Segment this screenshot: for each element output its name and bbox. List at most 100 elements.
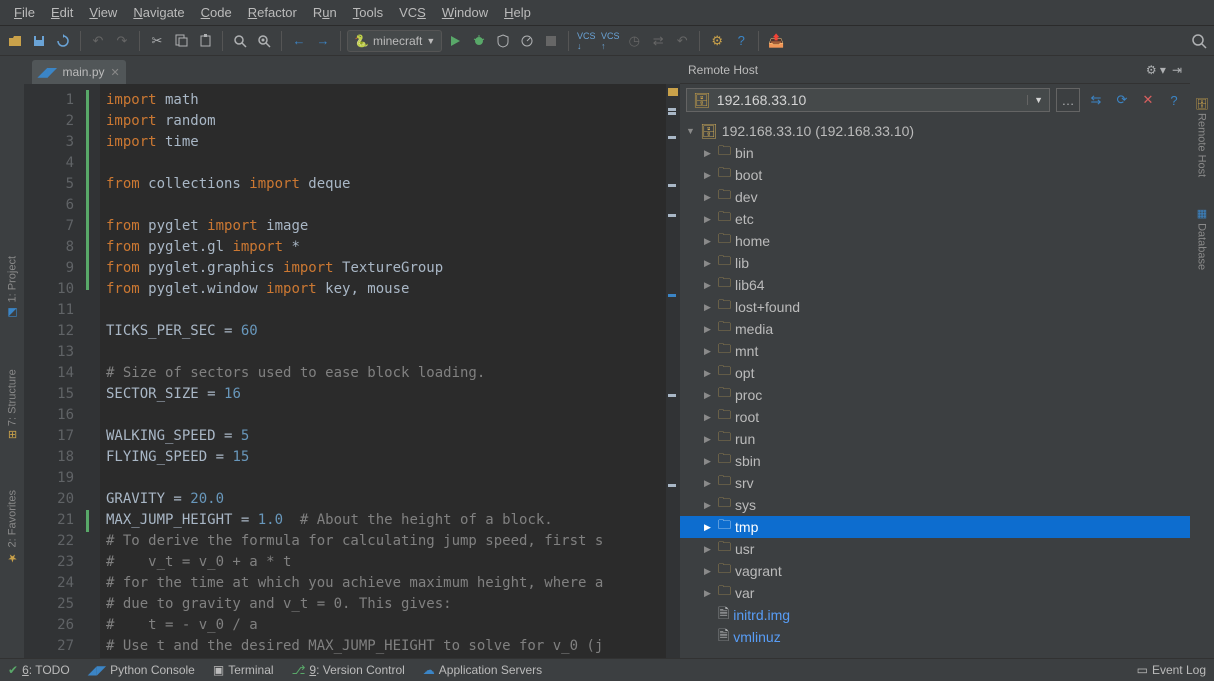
code-line[interactable]: from pyglet.graphics import TextureGroup <box>106 258 680 279</box>
open-icon[interactable] <box>4 30 26 52</box>
project-tool[interactable]: ◪ 1: Project <box>6 256 19 319</box>
profile-icon[interactable] <box>516 30 538 52</box>
python-console-tool[interactable]: ◢◤ Python Console <box>88 663 195 677</box>
expander-icon[interactable]: ▶ <box>704 214 714 225</box>
code-line[interactable]: # v_t = v_0 + a * t <box>106 552 680 573</box>
vcs-commit-icon[interactable]: VCS↑ <box>599 30 621 52</box>
code-line[interactable]: import math <box>106 90 680 111</box>
code-line[interactable]: # To derive the formula for calculating … <box>106 531 680 552</box>
tree-folder-tmp[interactable]: ▶🗀tmp <box>680 516 1190 538</box>
expander-icon[interactable]: ▶ <box>704 192 714 203</box>
database-tool[interactable]: ▦ Database <box>1196 207 1209 270</box>
expander-icon[interactable]: ▶ <box>704 302 714 313</box>
find-icon[interactable] <box>229 30 251 52</box>
menu-navigate[interactable]: Navigate <box>125 2 192 23</box>
tree-file-initrd-img[interactable]: 🗎initrd.img <box>680 604 1190 626</box>
menu-window[interactable]: Window <box>434 2 496 23</box>
tree-folder-opt[interactable]: ▶🗀opt <box>680 362 1190 384</box>
expander-icon[interactable]: ▶ <box>704 258 714 269</box>
expander-icon[interactable]: ▶ <box>704 456 714 467</box>
code-line[interactable] <box>106 300 680 321</box>
tree-folder-media[interactable]: ▶🗀media <box>680 318 1190 340</box>
event-log-tool[interactable]: ▭ Event Log <box>1137 663 1206 677</box>
expander-icon[interactable]: ▼ <box>686 126 696 136</box>
code-line[interactable]: FLYING_SPEED = 15 <box>106 447 680 468</box>
app-servers-tool[interactable]: ☁ Application Servers <box>423 663 542 677</box>
remote-tree[interactable]: ▼🗄192.168.33.10 (192.168.33.10)▶🗀bin▶🗀bo… <box>680 116 1190 658</box>
tree-root[interactable]: ▼🗄192.168.33.10 (192.168.33.10) <box>680 120 1190 142</box>
code-line[interactable]: MAX_JUMP_HEIGHT = 1.0 # About the height… <box>106 510 680 531</box>
menu-file[interactable]: File <box>6 2 43 23</box>
menu-edit[interactable]: Edit <box>43 2 81 23</box>
hide-icon[interactable]: ⇥ <box>1172 63 1182 77</box>
expander-icon[interactable]: ▶ <box>704 346 714 357</box>
tree-folder-boot[interactable]: ▶🗀boot <box>680 164 1190 186</box>
expander-icon[interactable]: ▶ <box>704 566 714 577</box>
host-combo[interactable]: 🗄 192.168.33.10 ▼ <box>686 88 1050 112</box>
code-line[interactable]: TICKS_PER_SEC = 60 <box>106 321 680 342</box>
tree-folder-mnt[interactable]: ▶🗀mnt <box>680 340 1190 362</box>
expander-icon[interactable]: ▶ <box>704 148 714 159</box>
remote-host-tool[interactable]: 🗄 Remote Host <box>1196 96 1209 177</box>
vcs-history-icon[interactable]: ◷ <box>623 30 645 52</box>
expander-icon[interactable]: ▶ <box>704 522 714 533</box>
menu-code[interactable]: Code <box>193 2 240 23</box>
gear-icon[interactable]: ⚙ ▾ <box>1146 63 1166 77</box>
code-line[interactable]: SECTOR_SIZE = 16 <box>106 384 680 405</box>
stop-icon[interactable] <box>540 30 562 52</box>
disconnect-icon[interactable]: ✕ <box>1138 90 1158 110</box>
run-icon[interactable] <box>444 30 466 52</box>
forward-icon[interactable]: → <box>312 30 334 52</box>
code-line[interactable]: import time <box>106 132 680 153</box>
tree-folder-sbin[interactable]: ▶🗀sbin <box>680 450 1190 472</box>
menu-vcs[interactable]: VCS <box>391 2 434 23</box>
redo-icon[interactable]: ↷ <box>111 30 133 52</box>
save-icon[interactable] <box>28 30 50 52</box>
reload-icon[interactable]: ⟳ <box>1112 90 1132 110</box>
tree-folder-lib[interactable]: ▶🗀lib <box>680 252 1190 274</box>
search-everywhere-icon[interactable] <box>1188 30 1210 52</box>
expander-icon[interactable]: ▶ <box>704 412 714 423</box>
tree-folder-proc[interactable]: ▶🗀proc <box>680 384 1190 406</box>
expander-icon[interactable]: ▶ <box>704 500 714 511</box>
copy-icon[interactable] <box>170 30 192 52</box>
browse-button[interactable]: … <box>1056 88 1080 112</box>
tree-file-vmlinuz[interactable]: 🗎vmlinuz <box>680 626 1190 648</box>
expander-icon[interactable]: ▶ <box>704 390 714 401</box>
cut-icon[interactable]: ✂ <box>146 30 168 52</box>
tree-folder-usr[interactable]: ▶🗀usr <box>680 538 1190 560</box>
terminal-tool[interactable]: ▣ Terminal <box>213 663 274 677</box>
tree-folder-sys[interactable]: ▶🗀sys <box>680 494 1190 516</box>
replace-icon[interactable] <box>253 30 275 52</box>
code-line[interactable]: from collections import deque <box>106 174 680 195</box>
back-icon[interactable]: ← <box>288 30 310 52</box>
dropdown-icon[interactable]: ▼ <box>1027 95 1043 105</box>
vcs-update-icon[interactable]: VCS↓ <box>575 30 597 52</box>
expander-icon[interactable]: ▶ <box>704 236 714 247</box>
refresh-icon[interactable] <box>52 30 74 52</box>
expander-icon[interactable]: ▶ <box>704 280 714 291</box>
tree-folder-root[interactable]: ▶🗀root <box>680 406 1190 428</box>
menu-run[interactable]: Run <box>305 2 345 23</box>
structure-tool[interactable]: ⊞ 7: Structure <box>6 369 19 439</box>
code-line[interactable]: import random <box>106 111 680 132</box>
tree-folder-lib64[interactable]: ▶🗀lib64 <box>680 274 1190 296</box>
vcs-diff-icon[interactable]: ⇄ <box>647 30 669 52</box>
code-area[interactable]: import mathimport randomimport time from… <box>100 84 680 658</box>
code-line[interactable]: from pyglet.gl import * <box>106 237 680 258</box>
code-line[interactable]: # due to gravity and v_t = 0. This gives… <box>106 594 680 615</box>
code-line[interactable]: GRAVITY = 20.0 <box>106 489 680 510</box>
code-line[interactable]: # Use t and the desired MAX_JUMP_HEIGHT … <box>106 636 680 657</box>
settings-icon[interactable]: ⚙ <box>706 30 728 52</box>
editor-tab[interactable]: ◢◤ main.py ✕ <box>32 60 126 84</box>
filter-icon[interactable]: ⇆ <box>1086 90 1106 110</box>
expander-icon[interactable]: ▶ <box>704 544 714 555</box>
run-config-selector[interactable]: 🐍 minecraft ▼ <box>347 30 442 52</box>
tree-folder-etc[interactable]: ▶🗀etc <box>680 208 1190 230</box>
code-line[interactable]: from pyglet import image <box>106 216 680 237</box>
menu-view[interactable]: View <box>81 2 125 23</box>
menu-tools[interactable]: Tools <box>345 2 391 23</box>
editor-body[interactable]: 1234567891011121314151617181920212223242… <box>24 84 680 658</box>
expander-icon[interactable]: ▶ <box>704 588 714 599</box>
help-icon[interactable]: ? <box>730 30 752 52</box>
